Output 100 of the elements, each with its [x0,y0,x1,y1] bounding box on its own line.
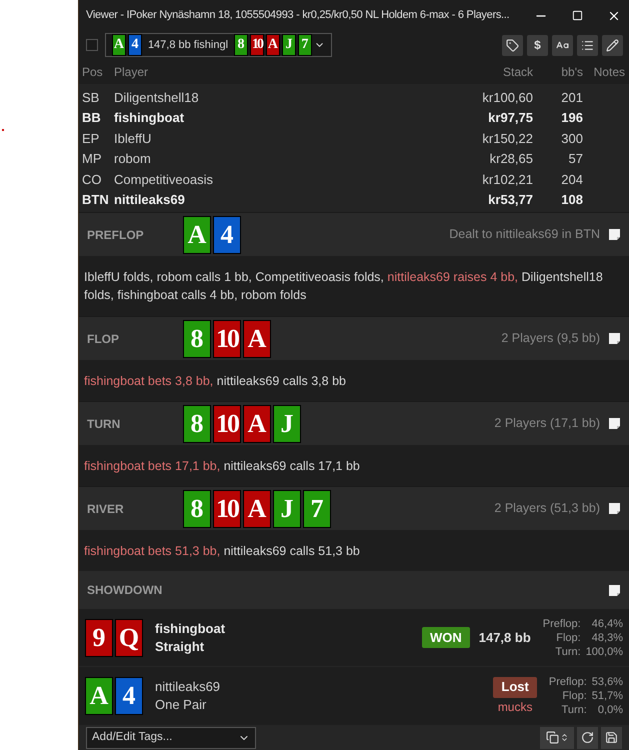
hand-rank: Straight [155,638,206,656]
equity-label: Preflop: [548,675,587,689]
street-info: 2 Players (51,3 bb) [494,500,600,518]
player-row[interactable]: EP IbleffU kr150,22 300 [79,128,629,148]
table-cell-text: kr28,65 [488,150,533,168]
playing-card: A [183,216,211,254]
dot-mark [2,129,4,131]
tag-button[interactable] [502,34,523,56]
table-cell-text: 204 [560,170,583,188]
street-label: RIVER [87,500,125,518]
playing-card: 8 [234,34,248,56]
playing-card: 9 [85,618,113,656]
table-cell-text: CO [81,170,102,188]
playing-card: J [273,404,301,442]
note-icon[interactable] [608,332,621,345]
action-text: fishingboat bets 51,3 bb, nittileaks69 calls 51,3 bb [84,542,360,560]
player-row[interactable]: CO Competitiveoasis kr102,21 204 [79,169,629,190]
column-header: Player [114,64,150,80]
save-button[interactable] [601,726,622,748]
table-cell-text: nittileaks69 [114,191,186,209]
player-row[interactable]: BTN nittileaks69 kr53,77 108 [79,190,629,210]
player-row[interactable]: MP robom kr28,65 57 [79,148,629,169]
playing-card: J [273,490,301,528]
table-cell-text: SB [81,88,100,106]
table-cell-text: kr102,21 [481,170,533,188]
playing-card: 10 [213,404,241,442]
note-icon[interactable] [608,417,621,430]
result-badge: WON [422,627,470,648]
street-info: 2 Players (17,1 bb) [494,415,600,432]
playing-card: A [85,677,113,715]
currency-button[interactable]: $ [527,34,548,56]
won-amount: 147,8 bb [478,628,531,647]
player-name: nittileaks69 [155,678,220,696]
table-cell-text: 108 [560,191,583,209]
equity-value: 51,7% [592,689,623,703]
column-header: Notes [592,64,626,80]
playing-card: 4 [115,677,143,715]
street-label: PREFLOP [87,226,145,244]
playing-card: 4 [128,34,142,56]
table-cell-text: robom [114,150,152,168]
playing-card: A [243,320,271,358]
table-cell-text: BTN [81,191,110,209]
refresh-icon [581,731,594,744]
table-cell-text: MP [81,150,102,168]
playing-card: 8 [183,320,211,358]
tags-dropdown[interactable]: Add/Edit Tags... [86,726,256,748]
equity-value: 48,3% [590,630,623,644]
playing-card: 7 [298,34,312,56]
equity-value: 53,6% [592,675,623,689]
hand-rank: One Pair [155,696,208,714]
column-header: Stack [502,64,533,80]
playing-card: A [266,34,280,56]
street-label: FLOP [87,330,120,348]
street-label: SHOWDOWN [87,582,162,599]
refresh-button[interactable] [577,726,598,748]
player-row[interactable]: SB Diligentshell18 kr100,60 201 [79,87,629,108]
playing-card: 8 [183,490,211,528]
player-row[interactable]: BB fishingboat kr97,75 196 [79,108,629,128]
playing-card: A [112,34,126,56]
edit-button[interactable] [602,34,623,56]
hand-summary: 147,8 bb fishingl [148,38,228,53]
hand-selector[interactable]: A 4 147,8 bb fishingl 8 10 A J 7 [105,33,332,57]
select-checkbox[interactable] [86,39,98,51]
equity-value: 100,0% [586,644,623,658]
window-title: Viewer - IPoker Nynäshamn 18, 1055504993 - kr0,25/kr0,50 NL Holdem 6-max - 6 Players... [86,8,510,24]
edit-icon [606,38,619,52]
table-cell-text: 57 [568,150,583,168]
updown-icon [560,733,568,742]
table-cell-text: kr53,77 [487,191,533,209]
playing-card: J [282,34,296,56]
note-icon[interactable] [608,228,621,241]
note-icon[interactable] [608,502,621,515]
table-cell-text: kr97,75 [487,109,533,127]
copy-button[interactable] [540,726,574,748]
table-cell-text: BB [81,109,102,127]
table-cell-text: kr100,60 [481,88,533,106]
equity-value: 0,0% [596,703,623,717]
playing-card: 10 [250,34,264,56]
playing-card: 8 [183,404,211,442]
font-button[interactable] [552,34,573,56]
equity-label: Flop: [561,689,587,703]
table-cell-text: EP [81,130,100,148]
playing-card: 10 [213,490,241,528]
copy-icon [546,731,558,744]
table-cell-text: 300 [560,130,583,148]
playing-card: Q [115,618,143,656]
street-label: TURN [87,416,122,432]
table-cell-text: 196 [560,109,583,127]
equity-label: Turn: [560,703,587,717]
column-header: bb's [560,64,583,80]
action-text: IbleffU folds, robom calls 1 bb, Competitiveoasis folds, nittileaks69 raises 4 bb, Diligentshell18 folds, fishingboat calls 4 bb, robom folds [84,269,604,304]
playing-card: 4 [213,216,241,254]
player-name: fishingboat [155,620,226,638]
list-button[interactable] [577,34,598,56]
list-icon [581,38,594,52]
note-icon[interactable] [608,584,621,596]
maximize-icon[interactable] [572,10,583,21]
street-info: Dealt to nittileaks69 in BTN [449,226,600,244]
table-cell-text: kr150,22 [481,130,533,148]
save-icon [605,731,618,744]
